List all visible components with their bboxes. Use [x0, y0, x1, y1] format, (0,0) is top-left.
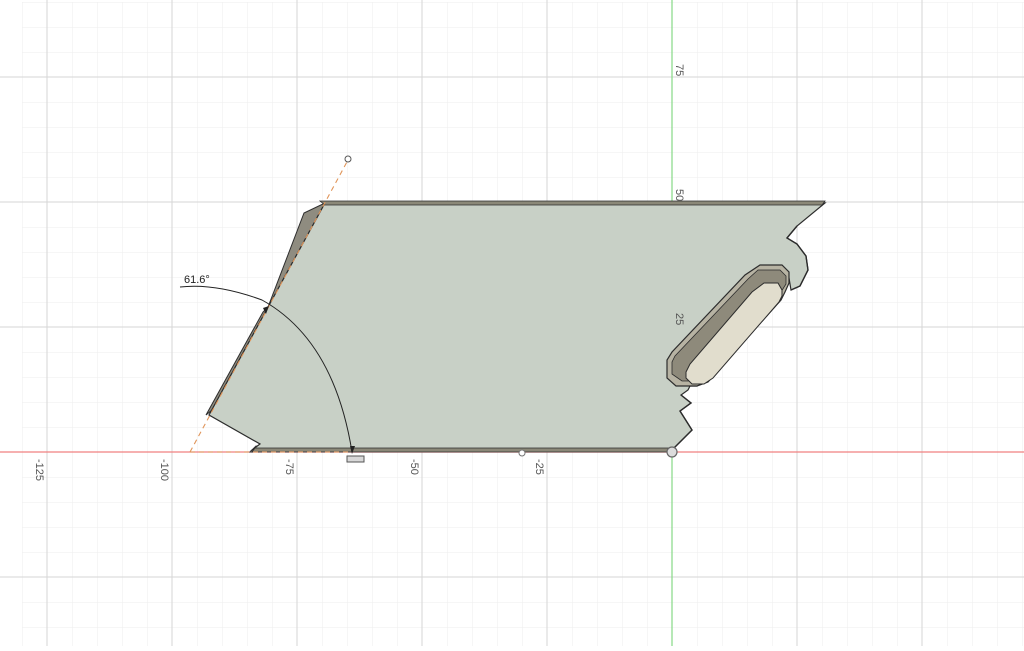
canvas-svg[interactable]: 61.6° -125 -100 -75 -50 -25 75 50 25 — [0, 0, 1024, 648]
x-tick-label: -25 — [533, 459, 545, 475]
top-edge — [318, 200, 826, 206]
x-tick-label: -75 — [283, 459, 295, 475]
y-tick-label: 75 — [673, 64, 685, 76]
x-tick-label: -125 — [33, 459, 45, 481]
midpoint-marker[interactable] — [518, 449, 526, 457]
bottom-edge — [251, 447, 673, 453]
x-tick-label: -100 — [158, 459, 170, 481]
origin-marker-icon[interactable] — [666, 446, 678, 458]
y-tick-label: 25 — [673, 313, 685, 325]
design-canvas[interactable]: 61.6° -125 -100 -75 -50 -25 75 50 25 — [0, 0, 1024, 648]
dimension-glyph-icon[interactable] — [346, 455, 365, 463]
construction-endpoint-top[interactable] — [344, 155, 352, 163]
x-tick-label: -50 — [408, 459, 420, 475]
y-tick-label: 50 — [673, 189, 685, 201]
angle-dimension-label[interactable]: 61.6° — [184, 274, 210, 286]
